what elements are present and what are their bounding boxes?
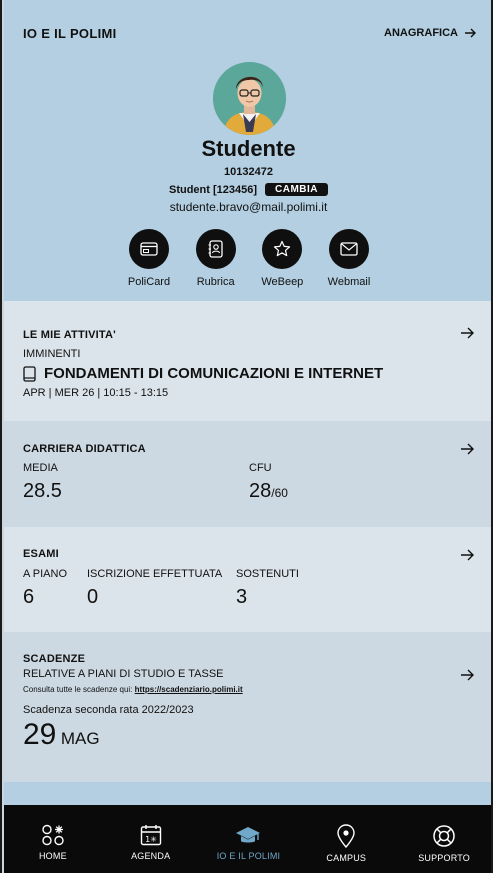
- tab-home[interactable]: HOME: [8, 805, 98, 873]
- deadline-month: MAG: [60, 729, 100, 748]
- activity-schedule: APR | MER 26 | 10:15 - 13:15: [23, 387, 169, 399]
- svg-text:1✳: 1✳: [145, 835, 157, 844]
- shortcut-webeep[interactable]: WeBeep: [252, 229, 312, 288]
- star-icon: [262, 229, 303, 269]
- cfu-value-row: 28/60: [249, 480, 288, 503]
- tab-io-e-il-polimi[interactable]: IO E IL POLIMI: [203, 805, 293, 873]
- shortcut-rubrica[interactable]: Rubrica: [186, 229, 246, 288]
- arrow-right-icon[interactable]: [461, 549, 475, 561]
- shortcut-webmail[interactable]: Webmail: [319, 229, 379, 288]
- anagrafica-link[interactable]: ANAGRAFICA: [384, 27, 477, 39]
- planned-label: A PIANO: [23, 568, 68, 580]
- activities-card[interactable]: LE MIE ATTIVITA' IMMINENTI FONDAMENTI DI…: [4, 301, 491, 421]
- passed-label: SOSTENUTI: [236, 568, 299, 580]
- map-pin-icon: [337, 824, 355, 848]
- shortcut-label: Rubrica: [196, 276, 235, 288]
- profile-name: Studente: [201, 136, 296, 161]
- career-title: CARRIERA DIDATTICA: [23, 443, 146, 455]
- shortcut-label: PoliCard: [127, 276, 171, 288]
- cfu-total: /60: [271, 486, 288, 500]
- planned-value: 6: [23, 586, 35, 608]
- deadlines-card[interactable]: SCADENZE RELATIVE A PIANI DI STUDIO E TA…: [4, 632, 491, 782]
- shortcut-label: Webmail: [327, 276, 371, 288]
- shortcut-policard[interactable]: PoliCard: [119, 229, 179, 288]
- passed-value: 3: [236, 586, 248, 608]
- enrolled-label: ISCRIZIONE EFFETTUATA: [87, 568, 223, 580]
- shortcut-label: WeBeep: [261, 276, 304, 288]
- arrow-right-icon: [465, 28, 476, 38]
- anagrafica-label: ANAGRAFICA: [384, 27, 458, 39]
- media-label: MEDIA: [23, 462, 58, 474]
- deadlines-note: Consulta tutte le scadenze qui:: [23, 685, 133, 694]
- deadline-day: 29: [23, 718, 57, 751]
- lifebuoy-icon: [433, 825, 455, 847]
- deadlines-note-row: Consulta tutte le scadenze qui: https://…: [23, 685, 243, 694]
- address-book-icon: [195, 229, 236, 269]
- exams-card[interactable]: ESAMI A PIANO 6 ISCRIZIONE EFFETTUATA 0 …: [4, 527, 491, 632]
- calendar-icon: 1✳: [140, 825, 161, 846]
- activity-course: FONDAMENTI DI COMUNICAZIONI E INTERNET: [44, 365, 384, 382]
- switch-role-button[interactable]: CAMBIA: [265, 183, 329, 196]
- tab-label: HOME: [38, 851, 67, 861]
- deadline-date: 29 MAG: [23, 718, 100, 752]
- tab-supporto[interactable]: SUPPORTO: [399, 805, 489, 873]
- profile-role: Student [123456]: [168, 183, 258, 196]
- scadenziario-link[interactable]: https://scadenziario.polimi.it: [135, 685, 243, 694]
- tab-agenda[interactable]: 1✳ AGENDA: [106, 805, 196, 873]
- arrow-right-icon[interactable]: [461, 327, 475, 339]
- shortcut-bar: PoliCard Rubrica WeBeep Webmail: [119, 229, 379, 288]
- graduation-cap-icon: [236, 827, 261, 843]
- tab-bar: HOME 1✳ AGENDA IO E IL POLIMI CAMPUS SUP…: [4, 805, 491, 873]
- page-title: IO E IL POLIMI: [23, 26, 117, 41]
- role-row: Student [123456] CAMBIA: [4, 183, 491, 196]
- deadline-item: Scadenza seconda rata 2022/2023: [23, 704, 194, 716]
- cfu-value: 28: [249, 480, 272, 502]
- tab-label: IO E IL POLIMI: [216, 851, 281, 861]
- tab-campus[interactable]: CAMPUS: [301, 805, 391, 873]
- arrow-right-icon[interactable]: [461, 669, 475, 681]
- tab-label: SUPPORTO: [418, 853, 470, 863]
- app-screen: IO E IL POLIMI ANAGRAFICA Studente 10132…: [0, 0, 493, 873]
- tab-label: CAMPUS: [326, 853, 367, 863]
- card-icon: [129, 229, 169, 269]
- book-icon: [23, 365, 36, 382]
- enrolled-value: 0: [87, 586, 99, 608]
- activities-title: LE MIE ATTIVITA': [23, 329, 116, 341]
- deadlines-subtitle: RELATIVE A PIANI DI STUDIO E TASSE: [23, 668, 224, 680]
- profile-email: studente.bravo@mail.polimi.it: [169, 200, 328, 214]
- tab-label: AGENDA: [131, 851, 171, 861]
- home-grid-icon: [42, 824, 64, 846]
- profile-matricola: 10132472: [224, 166, 273, 178]
- media-value: 28.5: [23, 480, 62, 502]
- profile-section: IO E IL POLIMI ANAGRAFICA Studente 10132…: [4, 0, 491, 301]
- activities-subtitle: IMMINENTI: [23, 348, 81, 360]
- exams-title: ESAMI: [23, 548, 59, 560]
- mail-icon: [328, 229, 369, 269]
- cfu-label: CFU: [249, 462, 272, 474]
- career-card[interactable]: CARRIERA DIDATTICA MEDIA 28.5 CFU 28/60: [4, 421, 491, 527]
- arrow-right-icon[interactable]: [461, 443, 475, 455]
- activity-item[interactable]: FONDAMENTI DI COMUNICAZIONI E INTERNET: [23, 365, 383, 382]
- deadlines-title: SCADENZE: [23, 653, 86, 665]
- avatar: [213, 62, 286, 135]
- bottom-spacer: [4, 782, 491, 806]
